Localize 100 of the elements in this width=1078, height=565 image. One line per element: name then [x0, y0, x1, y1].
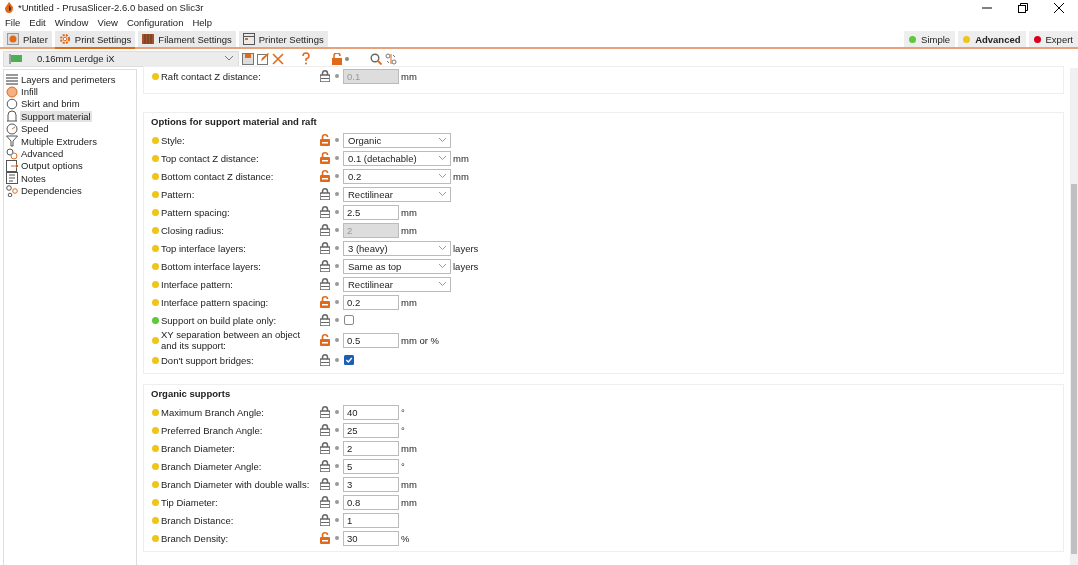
unit-label: mm	[453, 152, 469, 164]
mode-button[interactable]: Expert	[1028, 31, 1078, 47]
lock-icon[interactable]	[320, 406, 330, 418]
lock-icon[interactable]	[320, 260, 330, 272]
unit-label: °	[401, 460, 405, 472]
edit-icon[interactable]	[257, 52, 269, 65]
unlocked-lock-icon[interactable]	[332, 52, 342, 65]
lock-icon[interactable]	[320, 460, 330, 472]
preset-dropdown[interactable]: 0.16mm Lerdge iX	[3, 50, 239, 67]
sidebar-item[interactable]: Advanced	[20, 148, 65, 160]
mode-button[interactable]: Advanced	[958, 31, 1026, 47]
menu-item[interactable]: View	[97, 17, 118, 28]
menu-item[interactable]: Window	[54, 17, 89, 28]
caret-icon	[225, 56, 233, 61]
lock-icon[interactable]	[320, 442, 330, 454]
dependencies-icon	[6, 184, 18, 197]
dot-icon	[335, 192, 339, 196]
scrollbar-thumb[interactable]	[1071, 184, 1077, 554]
lock-icon[interactable]	[320, 314, 330, 326]
unit-label: layers	[453, 242, 479, 254]
lock-icon[interactable]	[320, 224, 330, 236]
input-field[interactable]: 2	[343, 440, 399, 456]
lock-icon[interactable]	[320, 514, 330, 526]
notes-icon	[6, 172, 18, 185]
tab[interactable]: Printer Settings	[238, 31, 328, 47]
menu-item[interactable]: File	[5, 17, 21, 28]
input-field[interactable]: 3	[343, 476, 399, 492]
unlocked-lock-icon[interactable]	[320, 334, 330, 346]
close-icon[interactable]	[1054, 2, 1064, 13]
input-field[interactable]: 0.5	[343, 332, 399, 348]
input-field[interactable]: 1	[343, 512, 399, 528]
input-field[interactable]: 2.5	[343, 204, 399, 220]
scrollbar[interactable]	[1070, 68, 1078, 565]
lock-icon[interactable]	[320, 496, 330, 508]
setting-label: Top interface layers:	[161, 242, 246, 254]
dot-icon	[335, 518, 339, 522]
unlocked-lock-icon[interactable]	[320, 296, 330, 308]
lock-icon[interactable]	[320, 278, 330, 290]
input-field[interactable]: 25	[343, 422, 399, 438]
help-icon[interactable]	[301, 52, 311, 65]
sidebar-item[interactable]: Speed	[20, 123, 50, 135]
dropdown[interactable]: 0.2	[343, 168, 451, 184]
sidebar-item[interactable]: Support material	[20, 110, 92, 122]
sidebar-item[interactable]: Infill	[20, 86, 39, 98]
restore-icon[interactable]	[1018, 2, 1028, 13]
lock-icon[interactable]	[320, 188, 330, 200]
sidebar-item[interactable]: Notes	[20, 172, 47, 184]
menu-item[interactable]: Edit	[29, 17, 46, 28]
lock-icon[interactable]	[320, 424, 330, 436]
delete-icon[interactable]	[272, 52, 284, 65]
tab[interactable]: Filament Settings	[138, 31, 236, 47]
setting-label: Branch Diameter with double walls:	[161, 478, 310, 490]
sidebar-item[interactable]: Output options	[20, 160, 84, 172]
search-icon[interactable]	[370, 52, 382, 65]
dot-icon	[335, 410, 339, 414]
lock-icon[interactable]	[320, 478, 330, 490]
mode-button[interactable]: Simple	[904, 31, 956, 47]
dropdown[interactable]: 0.1 (detachable)	[343, 150, 451, 166]
dropdown[interactable]: Rectilinear	[343, 186, 451, 202]
unlocked-lock-icon[interactable]	[320, 170, 330, 182]
sidebar-item[interactable]: Dependencies	[20, 185, 83, 197]
dropdown[interactable]: Organic	[343, 132, 451, 148]
dot-icon	[335, 500, 339, 504]
compare-icon[interactable]	[385, 52, 397, 65]
sidebar-item[interactable]: Multiple Extruders	[20, 135, 99, 147]
lock-icon[interactable]	[320, 354, 330, 366]
sidebar-item[interactable]: Layers and perimeters	[20, 73, 117, 85]
lock-icon[interactable]	[320, 242, 330, 254]
save-icon[interactable]	[242, 52, 254, 65]
caret-icon	[439, 138, 446, 142]
checkbox[interactable]	[344, 315, 354, 325]
dot-icon	[335, 536, 339, 540]
input-field[interactable]: 0.2	[343, 294, 399, 310]
sidebar-item[interactable]: Skirt and brim	[20, 98, 81, 110]
unit-label: mm	[453, 170, 469, 182]
spool-icon	[142, 33, 155, 45]
infill-icon	[6, 85, 18, 98]
unit-label: mm or %	[401, 334, 439, 346]
setting-label: Pattern spacing:	[161, 206, 230, 218]
dropdown[interactable]: Same as top	[343, 258, 451, 274]
lock-icon[interactable]	[320, 70, 330, 82]
setting-label: Raft contact Z distance:	[161, 70, 261, 82]
unlocked-lock-icon[interactable]	[320, 152, 330, 164]
menu-item[interactable]: Configuration	[126, 17, 184, 28]
input-field[interactable]: 5	[343, 458, 399, 474]
lock-icon[interactable]	[320, 206, 330, 218]
checkbox[interactable]	[344, 355, 354, 365]
unlocked-lock-icon[interactable]	[320, 532, 330, 544]
input-field[interactable]: 40	[343, 404, 399, 420]
tab[interactable]: Print Settings	[54, 31, 136, 49]
dropdown[interactable]: 3 (heavy)	[343, 240, 451, 256]
dropdown[interactable]: Rectilinear	[343, 276, 451, 292]
setting-label: Bottom contact Z distance:	[161, 170, 274, 182]
gears-icon	[6, 147, 18, 160]
dot-icon	[345, 56, 349, 61]
tab[interactable]: Plater	[3, 31, 52, 47]
input-field[interactable]: 0.8	[343, 494, 399, 510]
input-field[interactable]: 30	[343, 530, 399, 546]
menu-item[interactable]: Help	[192, 17, 212, 28]
unlocked-lock-icon[interactable]	[320, 134, 330, 146]
